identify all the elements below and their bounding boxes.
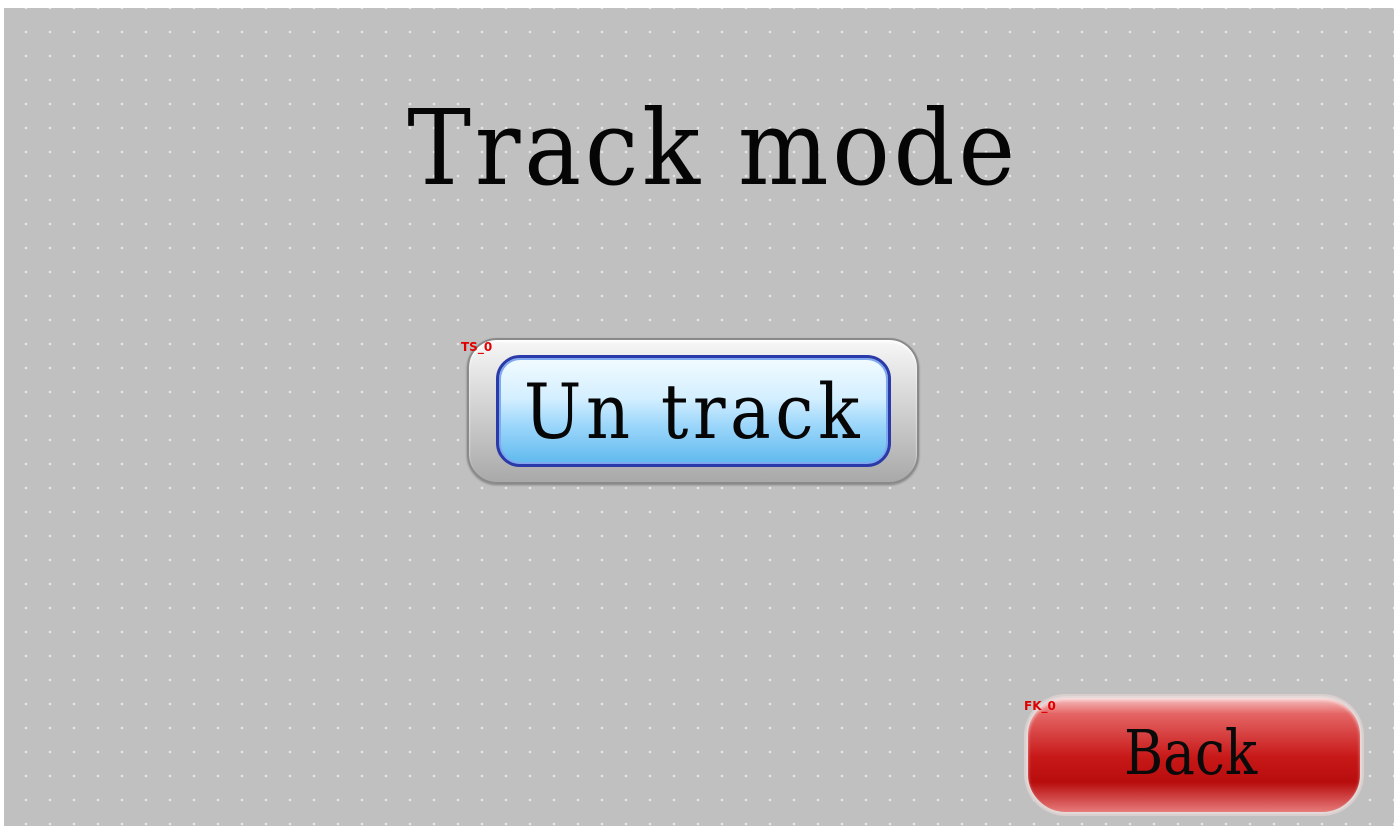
back-button-tag: FK_0 [1024, 699, 1056, 713]
untrack-button-tag: TS_0 [461, 340, 493, 354]
back-button-label: Back [1124, 716, 1258, 789]
untrack-button[interactable]: Un track [467, 338, 919, 484]
untrack-button-face[interactable]: Un track [496, 355, 891, 467]
hmi-screen: Track mode TS_0 Un track FK_0 Back [4, 8, 1394, 826]
page-title: Track mode [407, 87, 1019, 209]
back-button[interactable]: Back [1026, 696, 1362, 814]
untrack-button-label: Un track [523, 367, 864, 456]
